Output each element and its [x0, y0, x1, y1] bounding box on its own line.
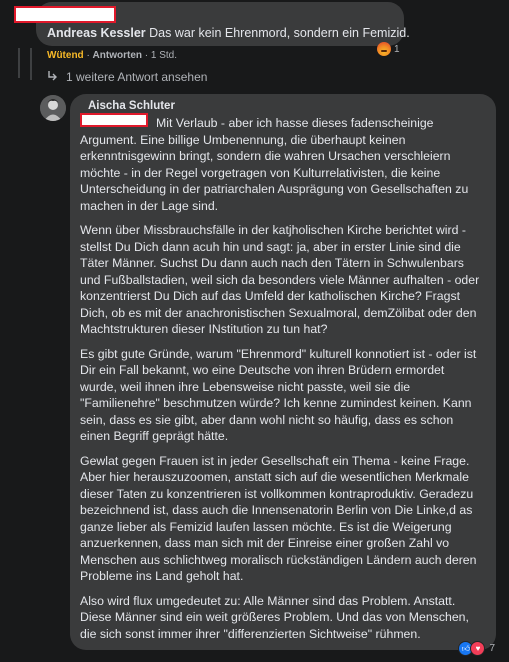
reaction-count: 7	[489, 643, 495, 654]
comment-1-author[interactable]: Andreas Kessler	[47, 26, 146, 40]
comment-2-body: Mit Verlaub - aber ich hasse dieses fade…	[80, 115, 484, 642]
redacted-mention	[80, 113, 148, 127]
reaction-label[interactable]: Wütend	[47, 50, 84, 61]
comment-1-content: Andreas Kessler Das war kein Ehrenmord, …	[47, 26, 410, 40]
more-replies-label: 1 weitere Antwort ansehen	[66, 70, 208, 84]
comment-2-reactions[interactable]: 👍︎ ♥ 7	[458, 641, 495, 656]
redacted-name-1	[14, 6, 116, 23]
comment-1-reactions[interactable]: 1	[377, 42, 400, 56]
reply-button[interactable]: Antworten	[93, 50, 142, 61]
comment-1-actions: Wütend · Antworten · 1 Std.	[47, 50, 177, 61]
thread-line	[30, 48, 32, 80]
comment-1-text: Das war kein Ehrenmord, sondern ein Femi…	[149, 26, 410, 40]
comment-2-paragraph: Es gibt gute Gründe, warum "Ehrenmord" k…	[80, 346, 477, 444]
comment-bubble-2: Aischa Schluter Mit Verlaub - aber ich h…	[70, 94, 496, 650]
comment-2-paragraph: Gewlat gegen Frauen ist in jeder Gesells…	[80, 453, 477, 584]
thread-line	[18, 48, 20, 78]
comment-2-paragraph: Mit Verlaub - aber ich hasse dieses fade…	[80, 116, 469, 213]
avatar[interactable]	[40, 95, 66, 121]
comment-2-paragraph: Also wird flux umgedeutet zu: Alle Männe…	[80, 593, 469, 641]
reply-arrow-icon	[47, 70, 58, 84]
reaction-count: 1	[394, 43, 400, 55]
angry-icon	[377, 42, 391, 56]
comment-1-time[interactable]: 1 Std.	[151, 50, 177, 61]
love-icon: ♥	[470, 641, 486, 656]
more-replies-link[interactable]: 1 weitere Antwort ansehen	[47, 70, 207, 84]
comment-2-paragraph: Wenn über Missbrauchsfälle in der katjho…	[80, 223, 480, 336]
